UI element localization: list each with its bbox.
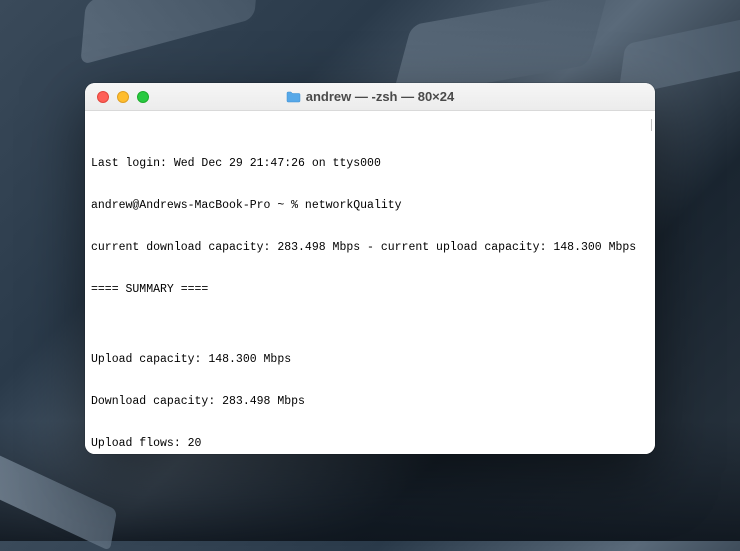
terminal-line: Last login: Wed Dec 29 21:47:26 on ttys0… xyxy=(91,157,649,171)
window-title-text: andrew — -zsh — 80×24 xyxy=(306,89,454,104)
terminal-line: ==== SUMMARY ==== xyxy=(91,283,649,297)
window-title: andrew — -zsh — 80×24 xyxy=(85,89,655,104)
traffic-lights xyxy=(85,91,149,103)
folder-icon xyxy=(286,91,301,103)
terminal-line: Download capacity: 283.498 Mbps xyxy=(91,395,649,409)
terminal-line: current download capacity: 283.498 Mbps … xyxy=(91,241,649,255)
maximize-button[interactable] xyxy=(137,91,149,103)
terminal-line: Upload capacity: 148.300 Mbps xyxy=(91,353,649,367)
titlebar[interactable]: andrew — -zsh — 80×24 xyxy=(85,83,655,111)
scrollbar-indicator[interactable] xyxy=(651,119,652,131)
terminal-window: andrew — -zsh — 80×24 Last login: Wed De… xyxy=(85,83,655,454)
close-button[interactable] xyxy=(97,91,109,103)
wallpaper-ship xyxy=(80,0,259,65)
terminal-line: Upload flows: 20 xyxy=(91,437,649,451)
terminal-content[interactable]: Last login: Wed Dec 29 21:47:26 on ttys0… xyxy=(85,111,655,454)
terminal-line: andrew@Andrews-MacBook-Pro ~ % networkQu… xyxy=(91,199,649,213)
minimize-button[interactable] xyxy=(117,91,129,103)
